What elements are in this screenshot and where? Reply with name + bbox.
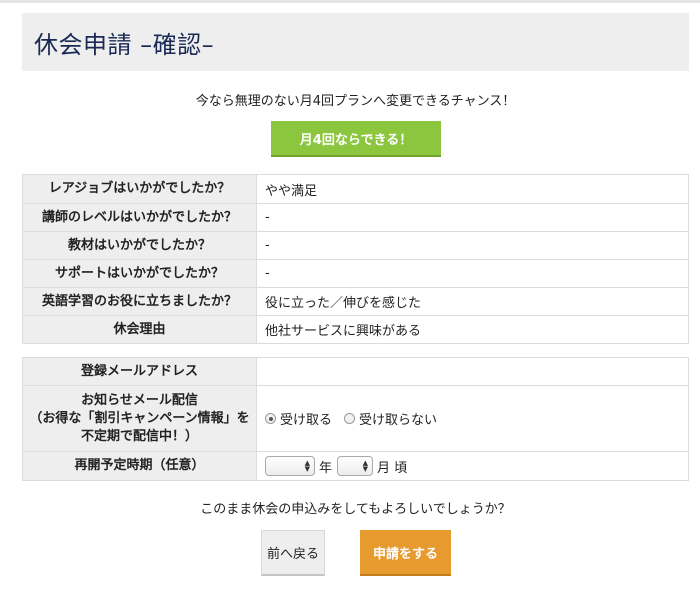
- resume-selects: ▲ ▼ 年 ▲ ▼ 月 頃: [265, 456, 680, 476]
- select-arrows-icon: ▲ ▼: [304, 459, 310, 473]
- resume-label: 再開予定時期（任意）: [22, 451, 257, 481]
- survey-row: 英語学習のお役に立ちましたか？ 役に立った／伸びを感じた: [22, 287, 689, 316]
- survey-question: 教材はいかがでしたか？: [22, 231, 257, 260]
- year-select[interactable]: ▲ ▼: [265, 456, 315, 476]
- survey-question: 講師のレベルはいかがでしたか？: [22, 203, 257, 232]
- confirm-text: このまま休会の申込みをしてもよろしいでしょうか？: [200, 502, 511, 517]
- month-select[interactable]: ▲ ▼: [337, 456, 374, 476]
- resume-row: 再開予定時期（任意） ▲ ▼ 年 ▲ ▼ 月 頃: [22, 451, 689, 481]
- survey-answer: -: [256, 231, 689, 260]
- select-arrows-icon: ▲ ▼: [362, 459, 369, 473]
- newsletter-label: お知らせメール配信 （お得な「割引キャンペーン情報」を 不定期で配信中！）: [22, 385, 257, 452]
- newsletter-row: お知らせメール配信 （お得な「割引キャンペーン情報」を 不定期で配信中！） 受け…: [22, 385, 689, 452]
- resume-inputs: ▲ ▼ 年 ▲ ▼ 月 頃: [256, 451, 689, 481]
- survey-row: 休会理由 他社サービスに興味がある: [22, 315, 689, 344]
- survey-row: サポートはいかがでしたか？ -: [22, 259, 689, 288]
- receive-radio[interactable]: 受け取る: [265, 409, 332, 428]
- newsletter-label-line: 不定期で配信中！）: [80, 428, 198, 444]
- submit-button[interactable]: 申請をする: [360, 530, 451, 576]
- survey-answer: -: [256, 259, 689, 288]
- survey-answer: 他社サービスに興味がある: [256, 315, 689, 344]
- survey-answer: やや満足: [256, 174, 689, 204]
- survey-answer: -: [256, 203, 689, 232]
- survey-row: 教材はいかがでしたか？ -: [22, 231, 689, 260]
- page-title: 休会申請 –確認–: [34, 30, 215, 59]
- contact-table: 登録メールアドレス お知らせメール配信 （お得な「割引キャンペーン情報」を 不定…: [22, 357, 689, 481]
- month-unit: 月 頃: [377, 460, 408, 476]
- survey-answer: 役に立った／伸びを感じた: [256, 287, 689, 316]
- decline-radio[interactable]: 受け取らない: [344, 409, 437, 428]
- email-value: [256, 357, 689, 386]
- newsletter-label-line: （お得な「割引キャンペーン情報」を: [29, 410, 250, 426]
- survey-row: 講師のレベルはいかがでしたか？ -: [22, 203, 689, 232]
- year-unit: 年: [319, 460, 333, 476]
- survey-question: サポートはいかがでしたか？: [22, 259, 257, 288]
- receive-label: 受け取る: [280, 413, 333, 428]
- radio-unselected-icon[interactable]: [344, 413, 356, 424]
- survey-row: レアジョブはいかがでしたか？ やや満足: [22, 174, 689, 204]
- newsletter-options: 受け取る 受け取らない: [256, 385, 689, 452]
- radio-selected-icon[interactable]: [265, 413, 276, 424]
- back-button[interactable]: 前へ戻る: [261, 530, 325, 576]
- survey-question: 英語学習のお役に立ちましたか？: [22, 287, 257, 316]
- email-row: 登録メールアドレス: [22, 357, 689, 386]
- newsletter-radio-group: 受け取る 受け取らない: [265, 409, 680, 428]
- survey-table: レアジョブはいかがでしたか？ やや満足 講師のレベルはいかがでしたか？ - 教材…: [22, 174, 689, 344]
- survey-question: 休会理由: [22, 315, 257, 344]
- survey-question: レアジョブはいかがでしたか？: [22, 174, 257, 204]
- decline-label: 受け取らない: [359, 413, 438, 428]
- newsletter-label-line: お知らせメール配信: [81, 392, 198, 408]
- plan-change-button[interactable]: 月4回ならできる！: [271, 121, 441, 157]
- email-label: 登録メールアドレス: [22, 357, 257, 386]
- promo-text: 今なら無理のない月4回プランへ変更できるチャンス！: [195, 94, 516, 109]
- title-bar: 休会申請 –確認–: [22, 13, 689, 71]
- top-divider: [0, 0, 700, 3]
